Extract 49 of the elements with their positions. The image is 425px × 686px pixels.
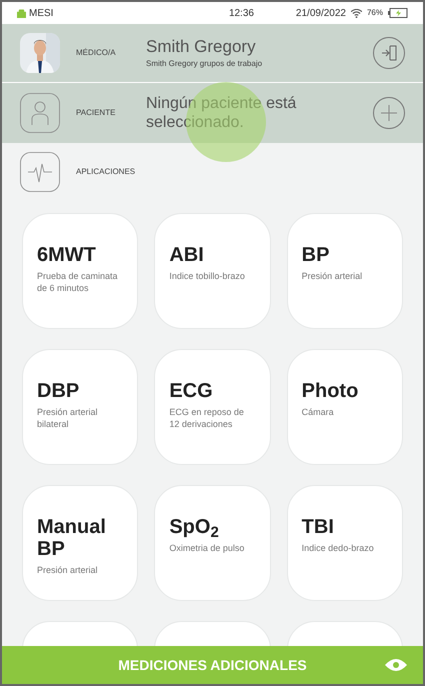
patient-label: PACIENTE (76, 107, 116, 119)
app-subtitle: Presión arterial (37, 564, 99, 576)
app-title: ABI (169, 244, 205, 266)
patient-panel[interactable]: PACIENTE Ningún paciente está seleccionado. (2, 83, 423, 143)
app-title: Photo (302, 380, 360, 402)
app-tile[interactable]: ECG ECG en reposo de 12 derivaciones (154, 349, 271, 465)
doctor-label: MÉDICO/A (76, 47, 117, 59)
battery-level: 76% (366, 7, 383, 19)
bag-icon (17, 8, 26, 18)
clock: 12:36 (228, 6, 255, 20)
date: 21/09/2022 (296, 6, 346, 20)
plus-icon (381, 105, 397, 121)
brand-label: MESI (29, 6, 54, 20)
doctor-name: Smith Gregory (146, 36, 257, 58)
person-icon (20, 93, 60, 133)
app-title: SpO$_{2}$ (169, 516, 220, 538)
app-title: BP (302, 244, 330, 266)
doctor-panel[interactable]: MÉDICO/A Smith Gregory Smith Gregory grupos de trabajo (2, 24, 423, 82)
add-button[interactable] (373, 97, 405, 129)
app-tile[interactable]: BP Presión arterial (286, 213, 403, 329)
app-title: 6MWT (37, 244, 97, 266)
patient-message: Ningún paciente está seleccionado. (146, 94, 298, 132)
app-tile[interactable]: Photo Cámara (286, 349, 403, 465)
app-subtitle: Indice tobillo-brazo (169, 270, 246, 282)
app-title: ECG (169, 380, 214, 402)
app-subtitle: Prueba de caminata de 6 minutos (37, 270, 119, 294)
battery-icon (388, 8, 408, 18)
app-subtitle: ECG en reposo de 12 derivaciones (169, 406, 245, 430)
app-tile[interactable]: 6MWT Prueba de caminata de 6 minutos (22, 213, 138, 329)
app-tile[interactable]: ABI Indice tobillo-brazo (154, 213, 271, 329)
app-subtitle: Cámara (302, 406, 335, 418)
app-subtitle: Oximetria de pulso (169, 542, 246, 554)
eye-icon (385, 658, 407, 672)
doctor-group: Smith Gregory grupos de trabajo (146, 58, 373, 70)
app-tile[interactable]: SpO$_{2}$ Oximetria de pulso (154, 485, 271, 601)
app-tile[interactable]: Manual BP Presión arterial (22, 485, 138, 601)
logout-button[interactable] (373, 37, 405, 69)
app-subtitle: Presión arterial bilateral (37, 406, 99, 430)
app-title: DBP (37, 380, 80, 402)
applications-label: APLICACIONES (76, 166, 136, 178)
heartbeat-icon (20, 152, 60, 192)
app-title: Manual BP (37, 516, 107, 560)
app-subtitle: Indice dedo-brazo (302, 542, 375, 554)
logout-icon (381, 45, 397, 61)
wifi-icon (350, 8, 362, 18)
app-tile[interactable]: TBI Indice dedo-brazo (286, 485, 403, 601)
app-subtitle: Presión arterial (302, 270, 364, 282)
app-title: TBI (302, 516, 335, 538)
app-tile[interactable]: DBP Presión arterial bilateral (22, 349, 138, 465)
